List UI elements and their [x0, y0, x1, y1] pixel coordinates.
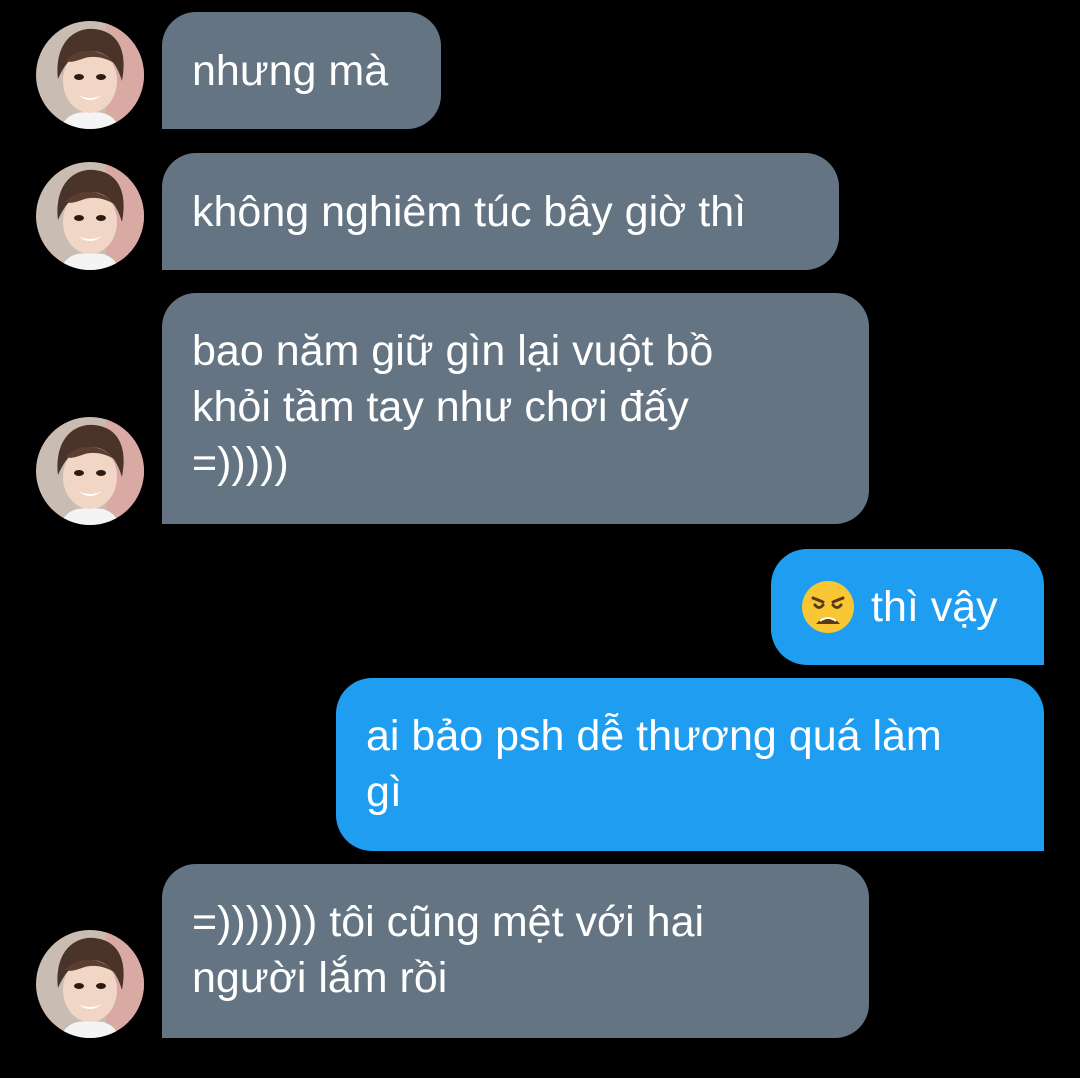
avatar[interactable] — [36, 930, 144, 1038]
avatar-image — [36, 162, 144, 270]
message-text: nhưng mà — [192, 46, 389, 95]
message-bubble-outgoing[interactable]: thì vậy — [771, 549, 1044, 665]
avatar[interactable] — [36, 21, 144, 129]
message-bubble-incoming[interactable]: =))))))) tôi cũng mệt với hai người lắm … — [162, 864, 869, 1038]
avatar[interactable] — [36, 417, 144, 525]
message-line: ai bảo psh dễ thương quá làm — [366, 712, 942, 760]
message-line: =))))) — [192, 439, 289, 487]
avatar-image — [36, 21, 144, 129]
avatar-image — [36, 417, 144, 525]
avatar[interactable] — [36, 162, 144, 270]
weary-face-icon — [802, 581, 854, 633]
message-line: bao năm giữ gìn lại vuột bồ — [192, 327, 714, 375]
message-line: gì — [366, 768, 402, 816]
message-bubble-incoming[interactable]: không nghiêm túc bây giờ thì — [162, 153, 839, 270]
message-line: =))))))) tôi cũng mệt với hai — [192, 898, 705, 946]
message-text: không nghiêm túc bây giờ thì — [192, 187, 747, 236]
message-line: người lắm rồi — [192, 954, 448, 1002]
avatar-image — [36, 930, 144, 1038]
message-bubble-incoming[interactable]: bao năm giữ gìn lại vuột bồ khỏi tầm tay… — [162, 293, 869, 524]
message-bubble-outgoing[interactable]: ai bảo psh dễ thương quá làm gì — [336, 678, 1044, 851]
message-text: thì vậy — [871, 583, 998, 631]
message-bubble-incoming[interactable]: nhưng mà — [162, 12, 441, 129]
message-line: khỏi tầm tay như chơi đấy — [192, 383, 689, 431]
